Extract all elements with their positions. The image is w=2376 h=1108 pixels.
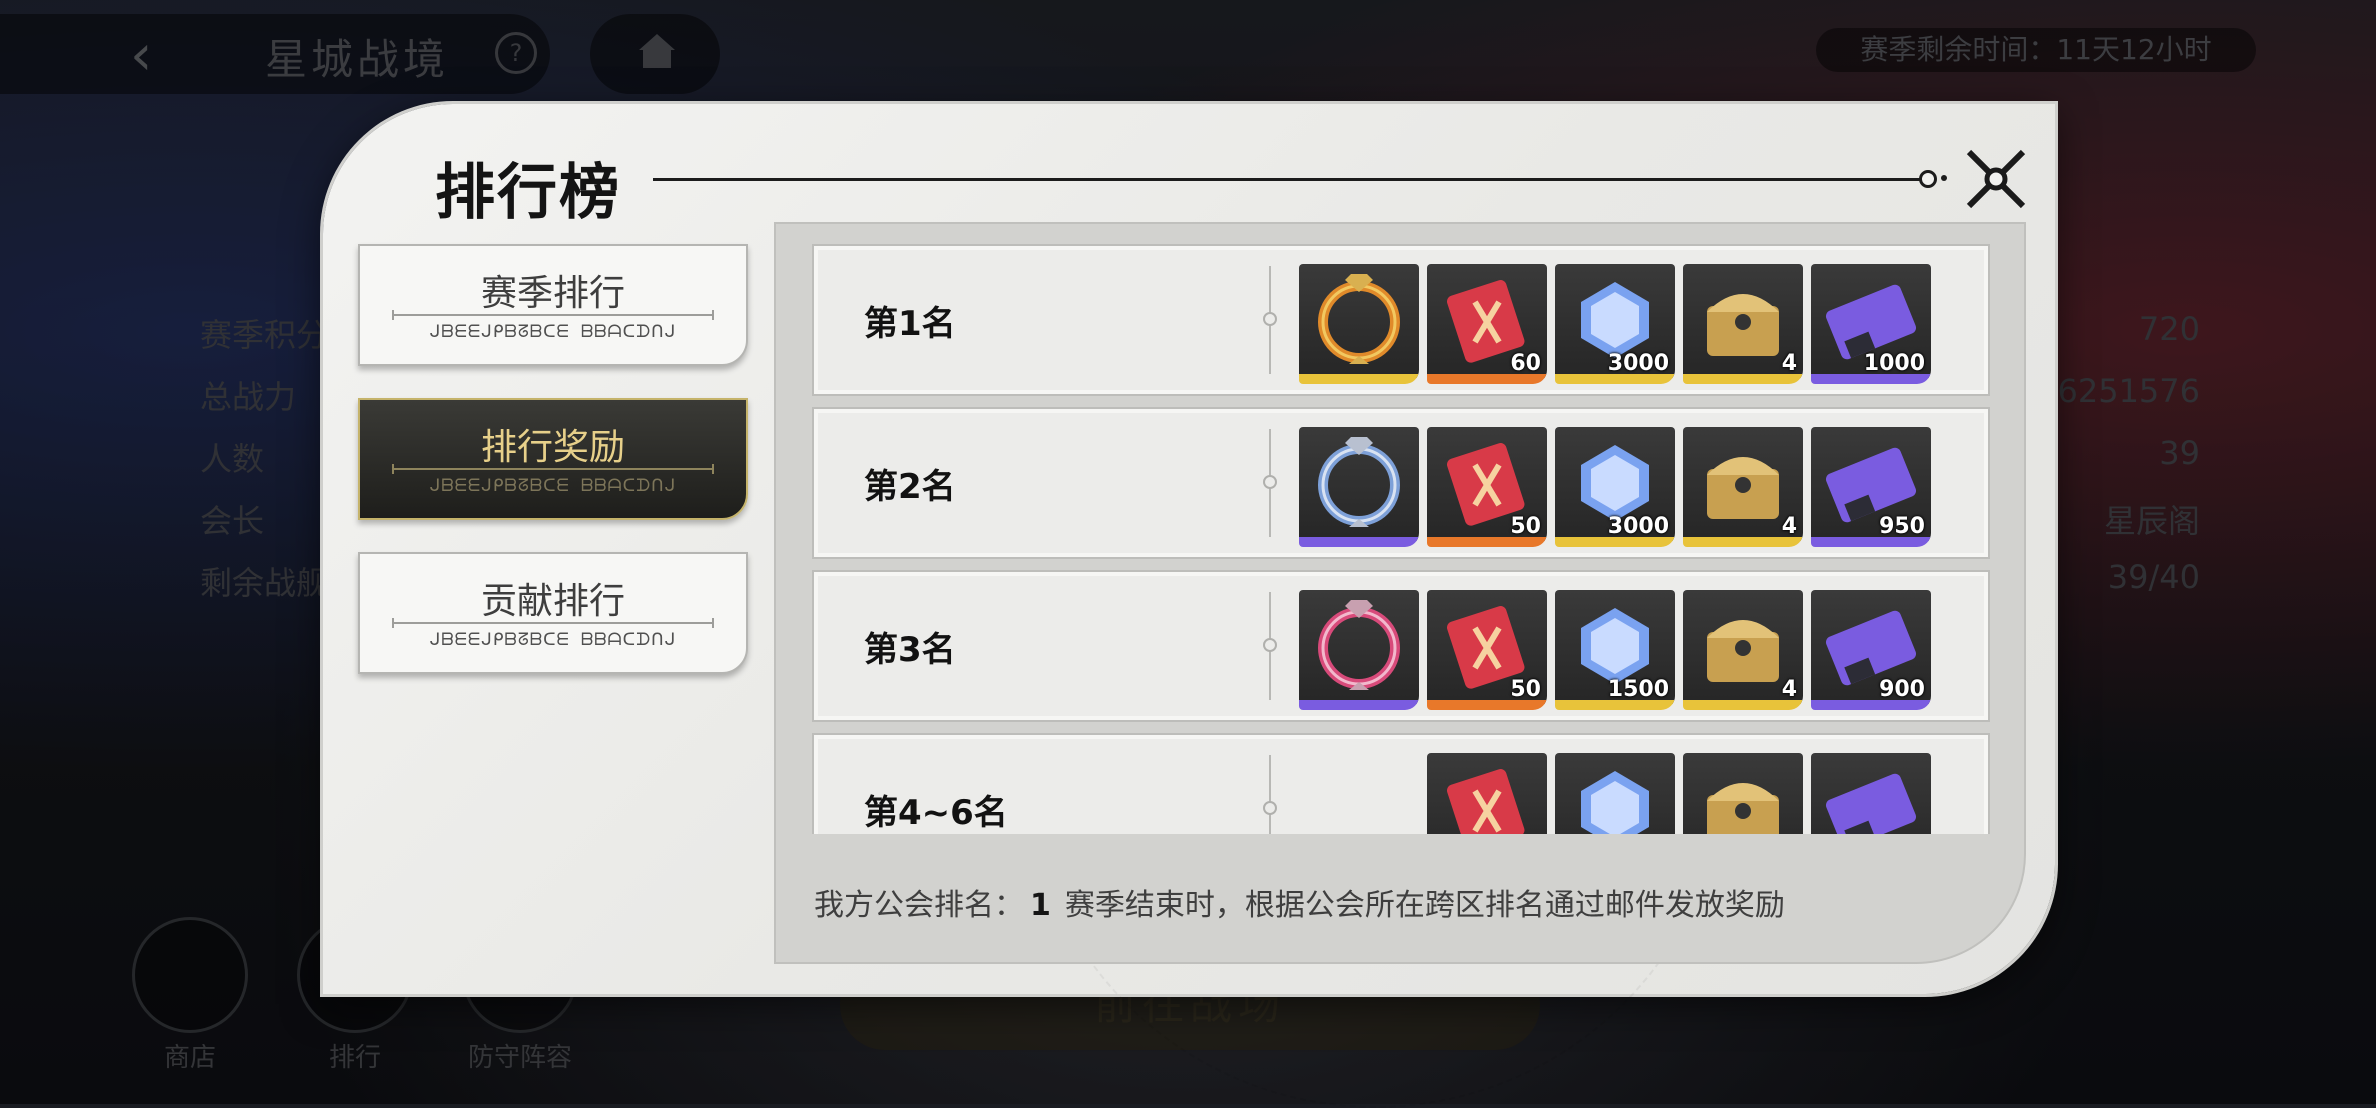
rank-row: 第2名 50 3000 4 950 (812, 407, 1990, 559)
reward-quantity: 50 (1510, 677, 1541, 702)
row-divider (1263, 266, 1277, 374)
gold-chest-icon[interactable]: 4 (1683, 427, 1803, 547)
red-ticket-icon[interactable]: 60 (1427, 264, 1547, 384)
rank-label: 第1名 (864, 304, 956, 344)
purple-battery-icon[interactable]: 950 (1811, 427, 1931, 547)
tab-subtitle: ᒍᗷᗴᗴᒍᑭᗷᘔᗷᑕᗴ ᗷᗷᗩᑕᗪᑎᒍ (429, 322, 677, 342)
reward-quantity: 1500 (1607, 677, 1669, 702)
blue-crystal-icon[interactable]: 1500 (1555, 590, 1675, 710)
rank-label: 第3名 (864, 630, 956, 670)
title-divider-dot (1941, 175, 1947, 181)
guild-rank-note: 我方公会排名： 1 赛季结束时，根据公会所在跨区排名通过邮件发放奖励 (814, 880, 1785, 924)
reward-quantity: 4 (1781, 351, 1797, 376)
rewards-list[interactable]: 第1名 60 3000 4 1000 第2名 50 3000 4 950 第3名… (812, 244, 1990, 834)
gold-chest-icon[interactable]: 4 (1683, 590, 1803, 710)
row-divider (1263, 592, 1277, 700)
tab-label: 排行奖励 (480, 427, 625, 468)
reward-quantity: 900 (1879, 677, 1925, 702)
reward-quantity: 4 (1781, 677, 1797, 702)
avatar-frame-gold-icon[interactable] (1299, 264, 1419, 384)
tab-contribution-ranking[interactable]: 贡献排行 ᒍᗷᗴᗴᒍᑭᗷᘔᗷᑕᗴ ᗷᗷᗩᑕᗪᑎᒍ (358, 552, 748, 674)
reward-mail-note: 赛季结束时，根据公会所在跨区排名通过邮件发放奖励 (1064, 888, 1785, 923)
rank-label: 第2名 (864, 467, 956, 507)
red-ticket-icon[interactable] (1427, 753, 1547, 834)
blue-crystal-icon[interactable]: 3000 (1555, 427, 1675, 547)
avatar-frame-silver-icon[interactable] (1299, 427, 1419, 547)
red-ticket-icon[interactable]: 50 (1427, 427, 1547, 547)
purple-battery-icon[interactable]: 1000 (1811, 264, 1931, 384)
leaderboard-modal: 排行榜 赛季排行 ᒍᗷᗴᗴᒍᑭᗷᘔᗷᑕᗴ ᗷᗷᗩᑕᗪᑎᒍ 排行奖励 ᒍᗷᗴᗴᒍᑭ… (323, 104, 2055, 1108)
gold-chest-icon[interactable] (1683, 753, 1803, 834)
tab-subtitle: ᒍᗷᗴᗴᒍᑭᗷᘔᗷᑕᗴ ᗷᗷᗩᑕᗪᑎᒍ (429, 476, 677, 496)
title-divider (653, 178, 1923, 181)
tab-rule (392, 464, 714, 474)
tab-label: 贡献排行 (480, 581, 625, 622)
reward-quantity: 3000 (1607, 351, 1669, 376)
rank-row: 第4~6名 (812, 733, 1990, 834)
tab-subtitle: ᒍᗷᗴᗴᒍᑭᗷᘔᗷᑕᗴ ᗷᗷᗩᑕᗪᑎᒍ (429, 630, 677, 650)
reward-quantity: 1000 (1863, 351, 1925, 376)
tab-season-ranking[interactable]: 赛季排行 ᒍᗷᗴᗴᒍᑭᗷᘔᗷᑕᗴ ᗷᗷᗩᑕᗪᑎᒍ (358, 244, 748, 366)
rewards-panel: 第1名 60 3000 4 1000 第2名 50 3000 4 950 第3名… (774, 222, 2026, 964)
reward-quantity: 50 (1510, 514, 1541, 539)
reward-quantity: 3000 (1607, 514, 1669, 539)
tab-rule (392, 310, 714, 320)
reward-quantity: 950 (1879, 514, 1925, 539)
red-ticket-icon[interactable]: 50 (1427, 590, 1547, 710)
row-divider (1263, 755, 1277, 834)
close-icon[interactable] (1963, 146, 2029, 212)
row-divider (1263, 429, 1277, 537)
tab-ranking-rewards[interactable]: 排行奖励 ᒍᗷᗴᗴᒍᑭᗷᘔᗷᑕᗴ ᗷᗷᗩᑕᗪᑎᒍ (358, 398, 748, 520)
rank-row: 第1名 60 3000 4 1000 (812, 244, 1990, 396)
blue-crystal-icon[interactable] (1555, 753, 1675, 834)
avatar-frame-pink-icon[interactable] (1299, 590, 1419, 710)
tab-label: 赛季排行 (480, 273, 625, 314)
guild-rank-value: 1 (1030, 888, 1051, 923)
rank-label: 第4~6名 (864, 793, 1008, 833)
reward-quantity: 4 (1781, 514, 1797, 539)
rank-row: 第3名 50 1500 4 900 (812, 570, 1990, 722)
reward-quantity: 60 (1510, 351, 1541, 376)
blue-crystal-icon[interactable]: 3000 (1555, 264, 1675, 384)
purple-battery-icon[interactable] (1811, 753, 1931, 834)
tab-rule (392, 618, 714, 628)
guild-rank-prefix: 我方公会排名： (814, 888, 1024, 923)
modal-title: 排行榜 (435, 158, 621, 228)
gold-chest-icon[interactable]: 4 (1683, 264, 1803, 384)
purple-battery-icon[interactable]: 900 (1811, 590, 1931, 710)
title-divider-knob (1919, 170, 1937, 188)
